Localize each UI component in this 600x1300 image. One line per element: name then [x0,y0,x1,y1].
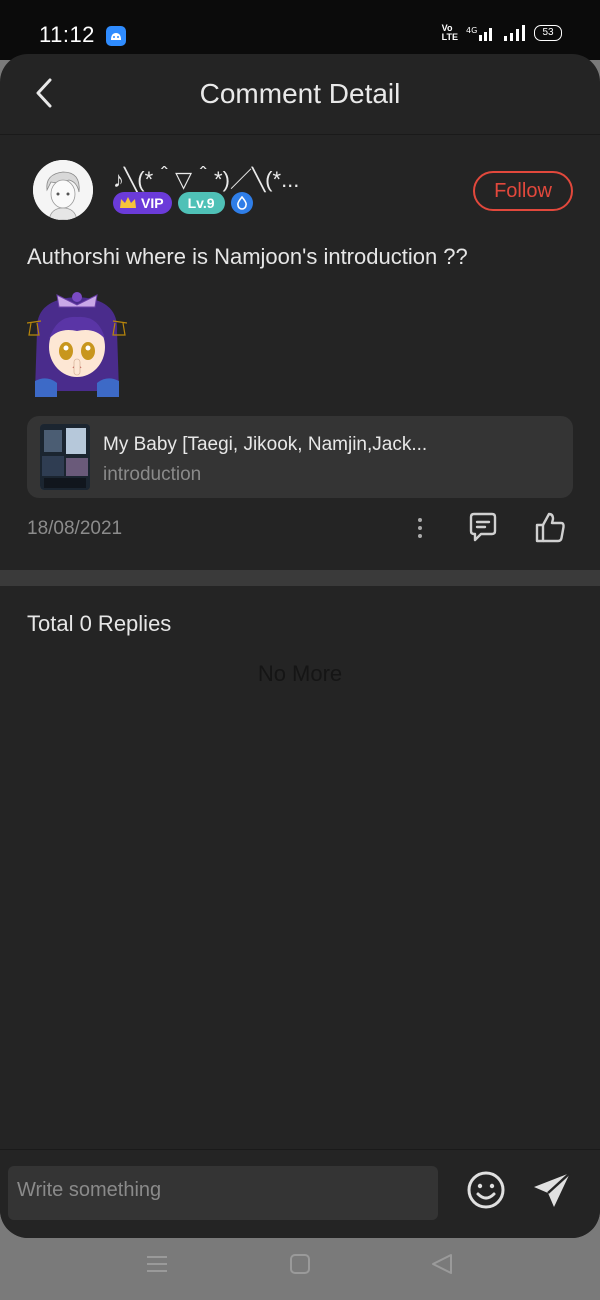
username[interactable]: ♪╲(*＾▽＾*)／╲(*... [113,162,299,194]
reply-button[interactable] [467,511,499,543]
more-vertical-icon [418,518,422,538]
battery-icon: 53 [534,25,562,41]
home-nav-icon[interactable] [289,1253,311,1275]
comment-date: 18/08/2021 [27,518,123,539]
replies-count-heading: Total 0 Replies [27,611,172,636]
smiley-icon [467,1171,505,1209]
avatar[interactable] [33,160,93,220]
emoji-button[interactable] [466,1170,506,1210]
follow-button[interactable]: Follow [473,171,573,211]
volte-icon: Vo LTE [441,23,458,42]
page-title: Comment Detail [199,78,401,109]
crown-icon [120,197,136,208]
water-drop-icon [230,192,253,214]
user-badges: VIP Lv.9 [113,192,253,214]
like-button[interactable] [534,510,566,544]
back-nav-icon[interactable] [430,1252,454,1276]
book-card[interactable]: My Baby [Taegi, Jikook, Namjin,Jack... i… [27,416,573,498]
system-nav-bar [0,1238,600,1300]
vip-badge: VIP [113,192,172,214]
more-options-button[interactable] [408,514,432,542]
app-notification-icon [106,26,126,46]
comment-text: Authorshi where is Namjoon's introductio… [27,244,468,269]
comment-input-bar: Write something [0,1149,600,1238]
book-cover-image [40,424,90,490]
menu-nav-icon[interactable] [146,1254,168,1274]
level-badge: Lv.9 [177,192,225,214]
comment-detail-screen: Comment Detail ♪╲(*＾▽＾*)／╲(*... VIP Lv.9… [0,54,600,1238]
top-bar: Comment Detail [0,54,600,135]
no-more-text: No More [257,661,343,686]
svg-text:4G: 4G [466,26,477,35]
status-time: 11:12 [39,22,95,47]
anime-sticker-image [26,291,128,397]
comment-icon [469,512,497,542]
send-button[interactable] [532,1171,572,1209]
section-divider [0,570,600,586]
status-bar: 11:12 Vo LTE 4G 53 [0,0,600,60]
book-subtitle: introduction [103,464,202,485]
status-indicators: Vo LTE 4G 53 [442,24,562,42]
book-title: My Baby [Taegi, Jikook, Namjin,Jack... [103,434,428,455]
comment-input[interactable]: Write something [8,1166,438,1220]
thumbs-up-icon [535,512,565,543]
vip-label: VIP [141,195,164,211]
signal-4g-icon: 4G [466,26,492,41]
signal-icon [504,25,525,41]
send-icon [534,1172,571,1207]
